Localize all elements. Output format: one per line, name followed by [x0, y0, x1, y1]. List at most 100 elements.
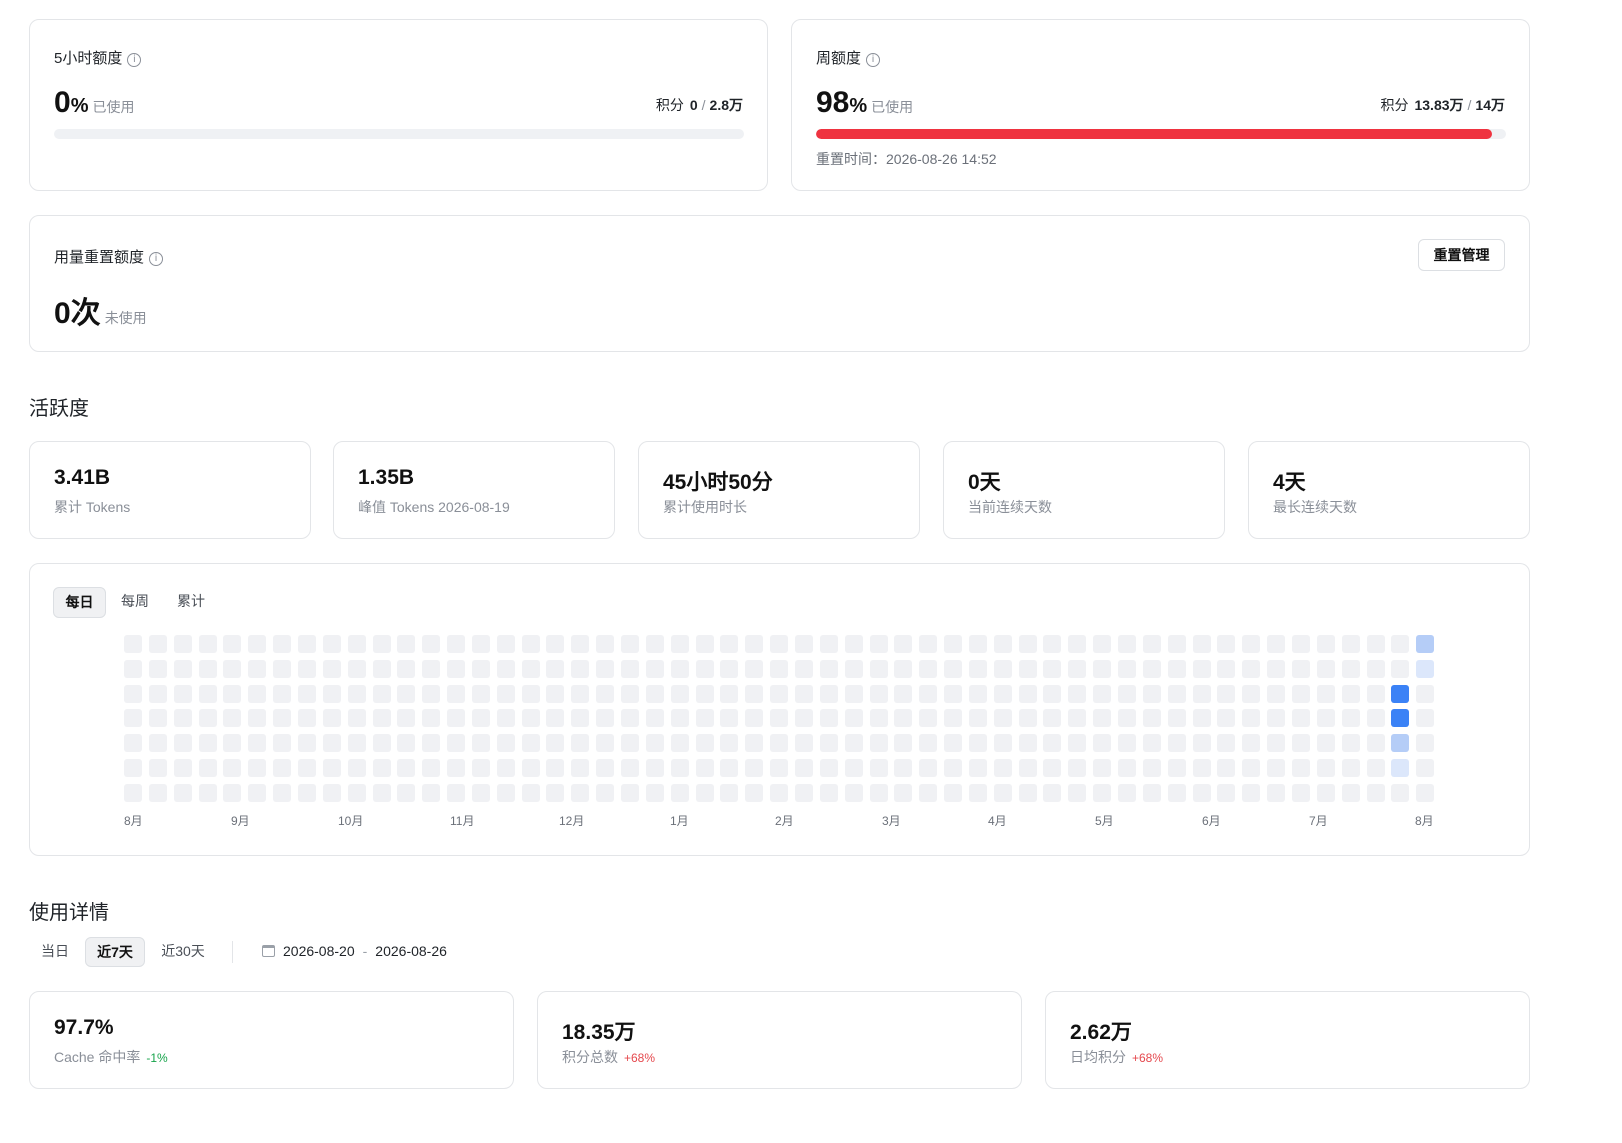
- heatmap-cell[interactable]: [695, 759, 714, 777]
- heatmap-cell[interactable]: [919, 635, 938, 653]
- heatmap-cell[interactable]: [248, 734, 267, 753]
- heatmap-cell[interactable]: [1217, 659, 1236, 678]
- heatmap-cell[interactable]: [1217, 684, 1236, 703]
- heatmap-cell[interactable]: [148, 783, 167, 802]
- heatmap-cell[interactable]: [198, 709, 217, 728]
- heatmap-cell[interactable]: [869, 759, 888, 777]
- heatmap-cell[interactable]: [1391, 759, 1410, 777]
- heatmap-cell[interactable]: [397, 684, 416, 703]
- heatmap-cell[interactable]: [422, 659, 441, 678]
- heatmap-cell[interactable]: [670, 709, 689, 728]
- heatmap-cell[interactable]: [571, 759, 590, 777]
- heatmap-cell[interactable]: [993, 734, 1012, 753]
- heatmap-cell[interactable]: [844, 783, 863, 802]
- heatmap-cell[interactable]: [198, 635, 217, 653]
- heatmap-cell[interactable]: [297, 759, 316, 777]
- heatmap-cell[interactable]: [1416, 709, 1435, 728]
- heatmap-cell[interactable]: [1242, 759, 1261, 777]
- heatmap-cell[interactable]: [1217, 783, 1236, 802]
- heatmap-cell[interactable]: [422, 684, 441, 703]
- heatmap-cell[interactable]: [1366, 684, 1385, 703]
- heatmap-cell[interactable]: [1068, 635, 1087, 653]
- heatmap-cell[interactable]: [1018, 635, 1037, 653]
- heatmap-cell[interactable]: [297, 734, 316, 753]
- heatmap-cell[interactable]: [621, 709, 639, 728]
- heatmap-cell[interactable]: [1118, 635, 1136, 653]
- heatmap-cell[interactable]: [397, 635, 416, 653]
- heatmap-cell[interactable]: [645, 783, 664, 802]
- heatmap-cell[interactable]: [248, 659, 267, 678]
- heatmap-cell[interactable]: [794, 783, 813, 802]
- heatmap-cell[interactable]: [670, 783, 689, 802]
- heatmap-cell[interactable]: [322, 684, 341, 703]
- heatmap-cell[interactable]: [770, 783, 789, 802]
- heatmap-cell[interactable]: [496, 783, 515, 802]
- heatmap-cell[interactable]: [1316, 709, 1335, 728]
- heatmap-cell[interactable]: [148, 709, 167, 728]
- heatmap-cell[interactable]: [944, 684, 963, 703]
- heatmap-cell[interactable]: [1018, 684, 1037, 703]
- heatmap-cell[interactable]: [1142, 684, 1161, 703]
- heatmap-cell[interactable]: [794, 659, 813, 678]
- heatmap-cell[interactable]: [1416, 734, 1435, 753]
- heatmap-cell[interactable]: [273, 635, 292, 653]
- heatmap-cell[interactable]: [372, 709, 391, 728]
- heatmap-cell[interactable]: [322, 783, 341, 802]
- heatmap-cell[interactable]: [1267, 709, 1286, 728]
- heatmap-cell[interactable]: [1341, 759, 1360, 777]
- heatmap-cell[interactable]: [223, 659, 242, 678]
- heatmap-cell[interactable]: [397, 759, 416, 777]
- heatmap-cell[interactable]: [968, 734, 987, 753]
- heatmap-cell[interactable]: [1242, 734, 1261, 753]
- heatmap-cell[interactable]: [1391, 783, 1410, 802]
- heatmap-cell[interactable]: [173, 659, 192, 678]
- heatmap-cell[interactable]: [372, 684, 391, 703]
- heatmap-cell[interactable]: [1192, 783, 1211, 802]
- heatmap-cell[interactable]: [1291, 734, 1310, 753]
- heatmap-cell[interactable]: [322, 734, 341, 753]
- heatmap-cell[interactable]: [1416, 759, 1435, 777]
- heatmap-cell[interactable]: [993, 659, 1012, 678]
- heatmap-cell[interactable]: [198, 783, 217, 802]
- heatmap-cell[interactable]: [1192, 635, 1211, 653]
- heatmap-cell[interactable]: [521, 734, 540, 753]
- heatmap-cell[interactable]: [869, 734, 888, 753]
- heatmap-cell[interactable]: [794, 684, 813, 703]
- heatmap-cell[interactable]: [223, 783, 242, 802]
- heatmap-cell[interactable]: [1167, 709, 1186, 728]
- range-today[interactable]: 当日: [29, 937, 81, 967]
- heatmap-cell[interactable]: [521, 635, 540, 653]
- heatmap-cell[interactable]: [1118, 759, 1136, 777]
- heatmap-cell[interactable]: [347, 635, 366, 653]
- heatmap-cell[interactable]: [695, 783, 714, 802]
- heatmap-cell[interactable]: [1068, 734, 1087, 753]
- heatmap-cell[interactable]: [347, 734, 366, 753]
- heatmap-cell[interactable]: [471, 684, 490, 703]
- heatmap-cell[interactable]: [447, 684, 466, 703]
- heatmap-cell[interactable]: [621, 635, 639, 653]
- heatmap-cell[interactable]: [944, 759, 963, 777]
- heatmap-cell[interactable]: [596, 783, 615, 802]
- heatmap-cell[interactable]: [745, 709, 764, 728]
- heatmap-cell[interactable]: [198, 684, 217, 703]
- heatmap-cell[interactable]: [720, 783, 739, 802]
- heatmap-cell[interactable]: [422, 783, 441, 802]
- heatmap-cell[interactable]: [1018, 759, 1037, 777]
- heatmap-cell[interactable]: [1366, 635, 1385, 653]
- heatmap-cell[interactable]: [1291, 783, 1310, 802]
- heatmap-cell[interactable]: [248, 684, 267, 703]
- heatmap-cell[interactable]: [521, 709, 540, 728]
- heatmap-cell[interactable]: [844, 709, 863, 728]
- range-30-days[interactable]: 近30天: [150, 937, 216, 967]
- heatmap-cell[interactable]: [1291, 684, 1310, 703]
- heatmap-cell[interactable]: [720, 759, 739, 777]
- heatmap-cell[interactable]: [1242, 783, 1261, 802]
- heatmap-cell[interactable]: [1316, 659, 1335, 678]
- heatmap-cell[interactable]: [447, 659, 466, 678]
- heatmap-cell[interactable]: [471, 709, 490, 728]
- heatmap-cell[interactable]: [546, 734, 565, 753]
- heatmap-cell[interactable]: [770, 759, 789, 777]
- heatmap-cell[interactable]: [571, 684, 590, 703]
- heatmap-cell[interactable]: [1192, 684, 1211, 703]
- heatmap-cell[interactable]: [1142, 734, 1161, 753]
